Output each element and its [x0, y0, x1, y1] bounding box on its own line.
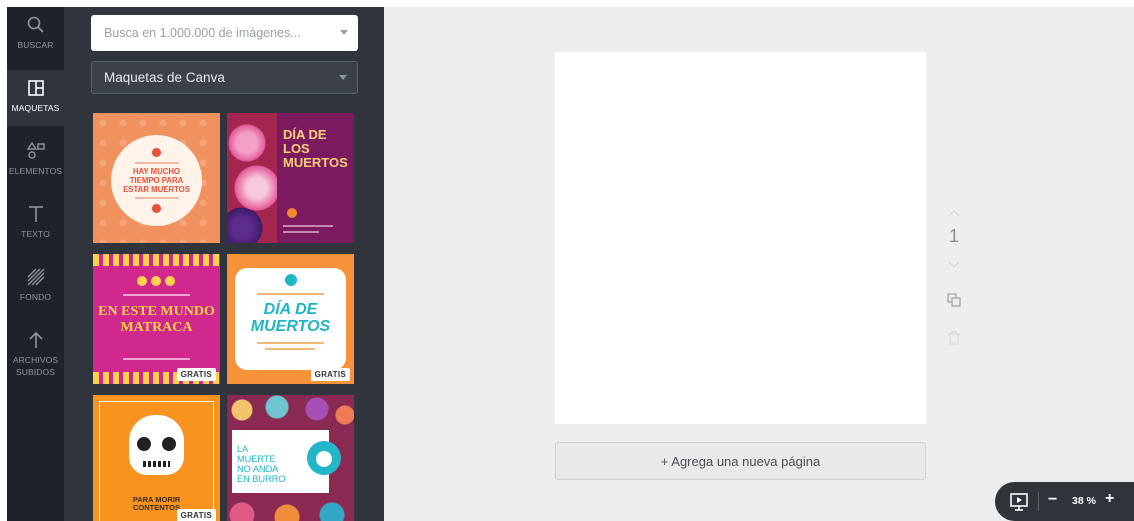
- search-icon: [27, 16, 44, 33]
- skull-icon: [152, 204, 161, 213]
- design-page-canvas[interactable]: [555, 52, 926, 424]
- chevron-down-icon: [339, 75, 347, 80]
- template-thumbnail[interactable]: DÍA DE MUERTOS GRATIS: [227, 254, 354, 384]
- skull-icon: [285, 274, 297, 286]
- skull-teeth: [143, 461, 170, 467]
- free-badge: GRATIS: [176, 368, 216, 381]
- template-circle: HAY MUCHO TIEMPO PARA ESTAR MUERTOS: [111, 135, 202, 226]
- divider: [1038, 492, 1039, 511]
- skull-icon: [287, 208, 297, 218]
- skull-icon: [137, 276, 147, 286]
- image-search[interactable]: [91, 15, 358, 51]
- background-pattern-icon: [27, 268, 44, 286]
- divider: [257, 342, 324, 344]
- divider: [257, 293, 324, 295]
- template-title: DÍA DE LOS MUERTOS: [283, 127, 348, 170]
- rail-label: MAQUETAS: [11, 103, 60, 113]
- rail-label: BUSCAR: [17, 40, 54, 50]
- page-number: 1: [948, 226, 959, 246]
- rail-item-elementos[interactable]: ELEMENTOS: [7, 133, 64, 189]
- zoom-out-button[interactable]: −: [1048, 491, 1057, 509]
- template-title: LA MUERTE NO ANDA EN BURRO: [237, 444, 286, 484]
- templates-panel: Maquetas de Canva HAY MUCHO TIEMPO PARA …: [64, 7, 384, 521]
- left-rail: BUSCAR MAQUETAS ELEMENTOS TEXTO FONDO AR…: [7, 7, 64, 521]
- delete-page-icon[interactable]: [943, 328, 965, 348]
- rail-item-fondo[interactable]: FONDO: [7, 259, 64, 315]
- rail-item-maquetas[interactable]: MAQUETAS: [7, 70, 64, 126]
- template-thumbnail[interactable]: EN ESTE MUNDO MATRACA GRATIS: [93, 254, 220, 384]
- rail-label: ELEMENTOS: [8, 166, 63, 176]
- search-input[interactable]: [104, 26, 324, 40]
- add-page-button[interactable]: + Agrega una nueva página: [555, 442, 926, 480]
- template-title: HAY MUCHO TIEMPO PARA ESTAR MUERTOS: [123, 167, 190, 194]
- free-badge: GRATIS: [176, 509, 216, 521]
- skull-face: [316, 451, 332, 467]
- text-icon: [28, 206, 43, 222]
- divider: [134, 197, 179, 199]
- rail-item-texto[interactable]: TEXTO: [7, 196, 64, 252]
- chevron-down-icon[interactable]: [340, 30, 348, 35]
- free-badge: GRATIS: [310, 368, 350, 381]
- zoom-level[interactable]: 38 %: [1072, 495, 1096, 507]
- select-value: Maquetas de Canva: [104, 70, 225, 85]
- divider: [134, 162, 179, 164]
- divider: [265, 348, 315, 350]
- template-thumbnail[interactable]: HAY MUCHO TIEMPO PARA ESTAR MUERTOS: [93, 113, 220, 243]
- template-title: EN ESTE MUNDO MATRACA: [98, 304, 215, 335]
- template-thumbnail[interactable]: DÍA DE LOS MUERTOS: [227, 113, 354, 243]
- skull-eye: [137, 437, 151, 451]
- page-up-icon[interactable]: [943, 203, 965, 223]
- divider: [283, 225, 333, 227]
- duplicate-page-icon[interactable]: [943, 290, 965, 310]
- skull-icon: [165, 276, 175, 286]
- skull-eye: [162, 437, 176, 451]
- present-icon[interactable]: [1009, 492, 1029, 512]
- rail-label: ARCHIVOS SUBIDOS: [12, 355, 59, 377]
- template-title: DÍA DE MUERTOS: [250, 301, 331, 335]
- rail-label: TEXTO: [21, 229, 50, 239]
- layout-icon: [27, 80, 44, 96]
- skull-icon: [151, 276, 161, 286]
- divider: [123, 358, 190, 360]
- skull-icon: [152, 148, 161, 157]
- zoom-in-button[interactable]: +: [1105, 490, 1114, 508]
- template-thumbnail[interactable]: LA MUERTE NO ANDA EN BURRO: [227, 395, 354, 521]
- divider: [283, 231, 319, 233]
- page-down-icon[interactable]: [943, 254, 965, 274]
- rail-item-archivos-subidos[interactable]: ARCHIVOS SUBIDOS: [7, 322, 64, 392]
- template-category-select[interactable]: Maquetas de Canva: [91, 61, 358, 94]
- shapes-icon: [26, 141, 45, 159]
- rail-item-buscar[interactable]: BUSCAR: [7, 7, 64, 63]
- pattern-band: [93, 254, 220, 266]
- flowers-image: [227, 113, 277, 243]
- divider: [123, 294, 190, 296]
- rail-label: FONDO: [19, 292, 52, 302]
- canva-editor: BUSCAR MAQUETAS ELEMENTOS TEXTO FONDO AR…: [0, 0, 1134, 521]
- upload-arrow-icon: [28, 331, 43, 348]
- zoom-bar: − 38 % +: [995, 482, 1134, 521]
- template-thumbnail[interactable]: PARA MORIR CONTENTOS GRATIS: [93, 395, 220, 521]
